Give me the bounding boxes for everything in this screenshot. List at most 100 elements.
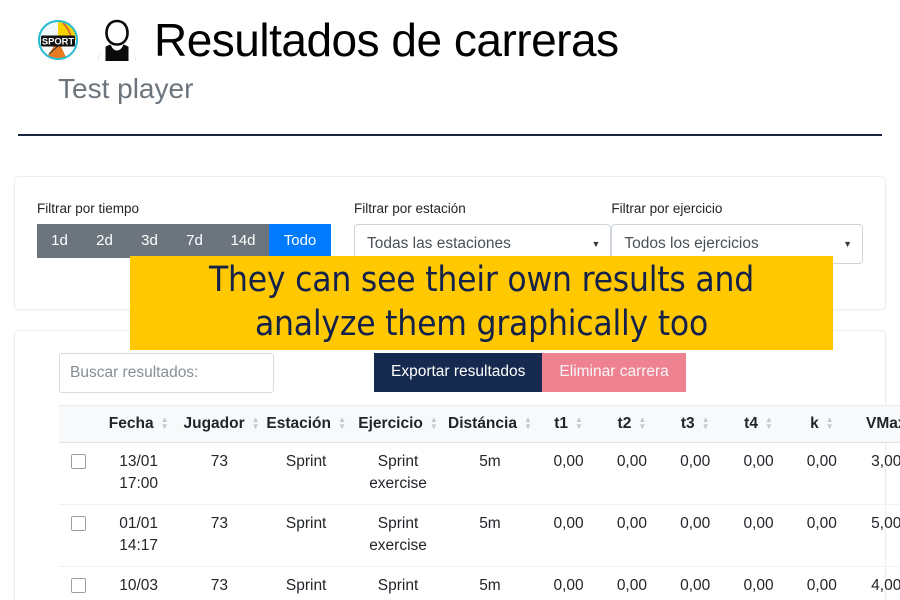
export-results-button[interactable]: Exportar resultados — [374, 353, 543, 392]
cell-distancia: 5m — [442, 442, 537, 505]
sort-arrows-icon[interactable]: ▲ ▼ — [338, 415, 346, 430]
column-label-t2: t2 — [617, 414, 632, 432]
cell-t2: 0,00 — [600, 504, 664, 567]
cell-estacion: Sprint — [259, 504, 354, 567]
sport-logo-text: SPORT — [42, 36, 75, 47]
time-filter-2d[interactable]: 2d — [82, 224, 127, 259]
checkbox-unchecked-icon[interactable] — [70, 577, 86, 593]
exercise-filter-group: Filtrar por ejercicio Todos los ejercici… — [611, 201, 863, 264]
column-label-estacion: Estación — [266, 414, 331, 432]
sort-arrows-icon[interactable]: ▲ ▼ — [430, 415, 438, 430]
time-filter-7d[interactable]: 7d — [172, 224, 217, 259]
table-row[interactable]: 13/01 17:00 73 Sprint Sprint exercise 5m… — [59, 442, 900, 505]
sort-arrows-icon[interactable]: ▲ ▼ — [765, 415, 773, 430]
column-label-distancia: Distáncia — [448, 414, 517, 432]
search-input[interactable] — [59, 353, 274, 393]
cell-t1: 0,00 — [536, 566, 601, 600]
cell-t1: 0,00 — [536, 442, 601, 505]
results-table-wrap: Fecha ▲ ▼ Jugador ▲ ▼ Estación ▲ ▼ Ejercicio ▲ ▼… — [15, 393, 900, 600]
time-filter-todo[interactable]: Todo — [269, 224, 331, 259]
cell-ejercicio: Sprint exercise — [353, 566, 443, 600]
cell-t3: 0,00 — [663, 442, 727, 505]
column-header-t1[interactable]: t1 ▲ ▼ — [536, 404, 601, 443]
cell-t4: 0,00 — [726, 504, 791, 567]
time-filter-buttons: 1d 2d 3d 7d 14d Todo — [37, 224, 354, 259]
delete-race-button[interactable]: Eliminar carrera — [542, 353, 686, 392]
cell-t3: 0,00 — [663, 504, 727, 567]
column-header-ejercicio[interactable]: Ejercicio ▲ ▼ — [353, 404, 443, 443]
exercise-filter-label: Filtrar por ejercicio — [611, 201, 723, 216]
column-label-t4: t4 — [744, 414, 758, 432]
results-table-body: 13/01 17:00 73 Sprint Sprint exercise 5m… — [59, 442, 900, 600]
sort-arrows-icon[interactable]: ▲ ▼ — [524, 415, 532, 430]
player-subtitle: Test player — [58, 73, 194, 105]
cell-t2: 0,00 — [600, 442, 664, 505]
time-filter-label: Filtrar por tiempo — [37, 201, 140, 216]
time-filter-14d[interactable]: 14d — [217, 224, 269, 259]
column-header-jugador[interactable]: Jugador ▲ ▼ — [179, 404, 260, 443]
cell-k: 0,00 — [790, 442, 854, 505]
sort-arrows-icon[interactable]: ▲ ▼ — [575, 415, 583, 430]
select-all-column — [59, 404, 98, 443]
cell-t4: 0,00 — [726, 566, 791, 600]
cell-jugador: 73 — [179, 566, 260, 600]
station-filter-label: Filtrar por estación — [353, 201, 466, 216]
table-row[interactable]: 01/01 14:17 73 Sprint Sprint exercise 5m… — [59, 504, 900, 567]
cell-vmax: 4,00 — [853, 566, 900, 600]
annotation-banner: They can see their own results and analy… — [130, 256, 833, 350]
cell-jugador: 73 — [179, 442, 260, 505]
row-checkbox-cell — [59, 566, 98, 600]
column-header-t2[interactable]: t2 ▲ ▼ — [600, 404, 664, 443]
sport-ball-logo-icon: SPORT — [36, 18, 80, 63]
cell-vmax: 5,00 — [853, 504, 900, 567]
column-header-distancia[interactable]: Distáncia ▲ ▼ — [442, 404, 537, 443]
results-page: SPORT Resultados de carreras Test player… — [0, 0, 900, 600]
column-header-fecha[interactable]: Fecha ▲ ▼ — [97, 404, 180, 443]
column-label-jugador: Jugador — [183, 414, 245, 432]
header-divider — [18, 133, 882, 136]
column-label-fecha: Fecha — [108, 414, 154, 432]
cell-estacion: Sprint — [259, 442, 354, 505]
column-header-k[interactable]: k ▲ ▼ — [790, 404, 854, 443]
cell-t3: 0,00 — [663, 566, 727, 600]
sort-arrows-icon[interactable]: ▲ ▼ — [161, 415, 169, 430]
column-header-estacion[interactable]: Estación ▲ ▼ — [259, 404, 354, 443]
cell-ejercicio: Sprint exercise — [353, 442, 443, 505]
time-filter-3d[interactable]: 3d — [127, 224, 172, 259]
time-filter-1d[interactable]: 1d — [37, 224, 82, 259]
results-table-head: Fecha ▲ ▼ Jugador ▲ ▼ Estación ▲ ▼ Ejercicio ▲ ▼… — [59, 404, 900, 443]
cell-t2: 0,00 — [600, 566, 664, 600]
column-label-ejercicio: Ejercicio — [358, 414, 423, 432]
cell-distancia: 5m — [442, 566, 537, 600]
cell-fecha: 01/01 14:17 — [97, 504, 180, 567]
person-icon — [94, 16, 140, 64]
checkbox-unchecked-icon[interactable] — [70, 515, 86, 531]
checkbox-unchecked-icon[interactable] — [70, 453, 86, 469]
column-label-t1: t1 — [554, 414, 569, 432]
column-header-vmax[interactable]: VMax — [853, 404, 900, 443]
cell-ejercicio: Sprint exercise — [353, 504, 443, 567]
column-header-t3[interactable]: t3 ▲ ▼ — [663, 404, 727, 443]
sort-arrows-icon[interactable]: ▲ ▼ — [826, 415, 834, 430]
results-card: Exportar resultados Eliminar carrera Fec… — [14, 330, 900, 600]
column-label-t3: t3 — [680, 414, 695, 432]
sort-arrows-icon[interactable]: ▲ ▼ — [702, 415, 710, 430]
sort-arrows-icon[interactable]: ▲ ▼ — [638, 415, 646, 430]
cell-k: 0,00 — [790, 504, 854, 567]
row-checkbox-cell — [59, 442, 98, 505]
column-header-t4[interactable]: t4 ▲ ▼ — [726, 404, 791, 443]
page-title: Resultados de carreras — [154, 14, 619, 66]
toolbar-buttons: Exportar resultados Eliminar carrera — [374, 353, 686, 392]
column-label-k: k — [810, 414, 819, 432]
cell-t4: 0,00 — [726, 442, 791, 505]
column-label-vmax: VMax — [866, 414, 900, 432]
cell-t1: 0,00 — [536, 504, 601, 567]
table-row[interactable]: 10/03 09:26 73 Sprint Sprint exercise 5m… — [59, 566, 900, 600]
station-filter-group: Filtrar por estación Todas las estacione… — [353, 201, 612, 264]
cell-estacion: Sprint — [259, 566, 354, 600]
annotation-line-2: analyze them graphically too — [254, 304, 709, 344]
results-table: Fecha ▲ ▼ Jugador ▲ ▼ Estación ▲ ▼ Ejercicio ▲ ▼… — [59, 404, 900, 600]
page-header: SPORT Resultados de carreras — [0, 0, 900, 64]
cell-k: 0,00 — [790, 566, 854, 600]
cell-fecha: 10/03 09:26 — [97, 566, 180, 600]
